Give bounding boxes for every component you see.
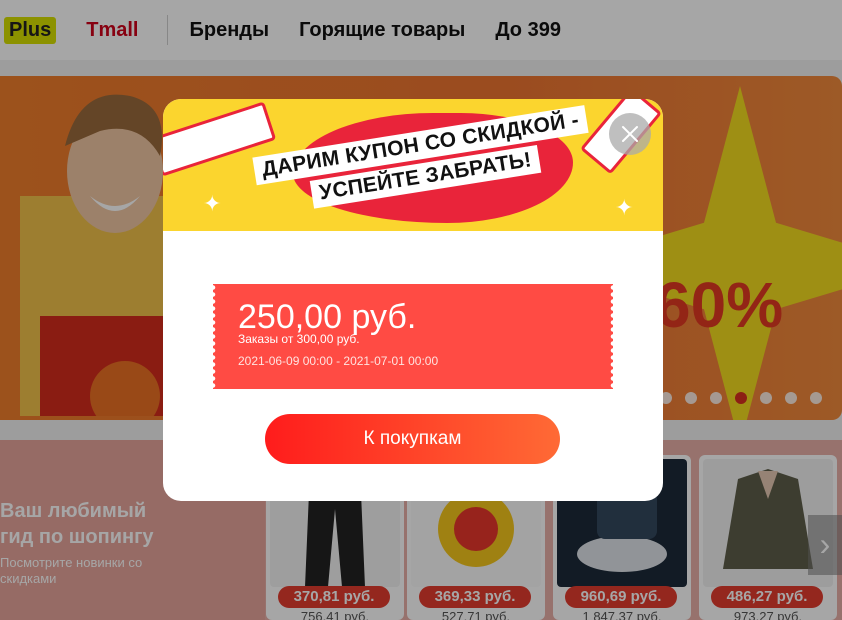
coupon-condition: Заказы от 300,00 руб. bbox=[238, 332, 360, 346]
coupon-card: 250,00 руб. Заказы от 300,00 руб. 2021-0… bbox=[213, 284, 613, 389]
coupon-modal: ✦ ✦ ДАРИМ КУПОН СО СКИДКОЙ - УСПЕЙТЕ ЗАБ… bbox=[163, 99, 663, 501]
close-icon bbox=[622, 126, 638, 142]
go-shopping-button[interactable]: К покупкам bbox=[265, 414, 560, 464]
modal-header-banner: ✦ ✦ ДАРИМ КУПОН СО СКИДКОЙ - УСПЕЙТЕ ЗАБ… bbox=[163, 99, 663, 231]
coupon-validity-dates: 2021-06-09 00:00 - 2021-07-01 00:00 bbox=[238, 354, 439, 368]
sparkle-icon: ✦ bbox=[615, 195, 634, 220]
sparkle-icon: ✦ bbox=[203, 191, 222, 216]
close-button[interactable] bbox=[609, 113, 651, 155]
